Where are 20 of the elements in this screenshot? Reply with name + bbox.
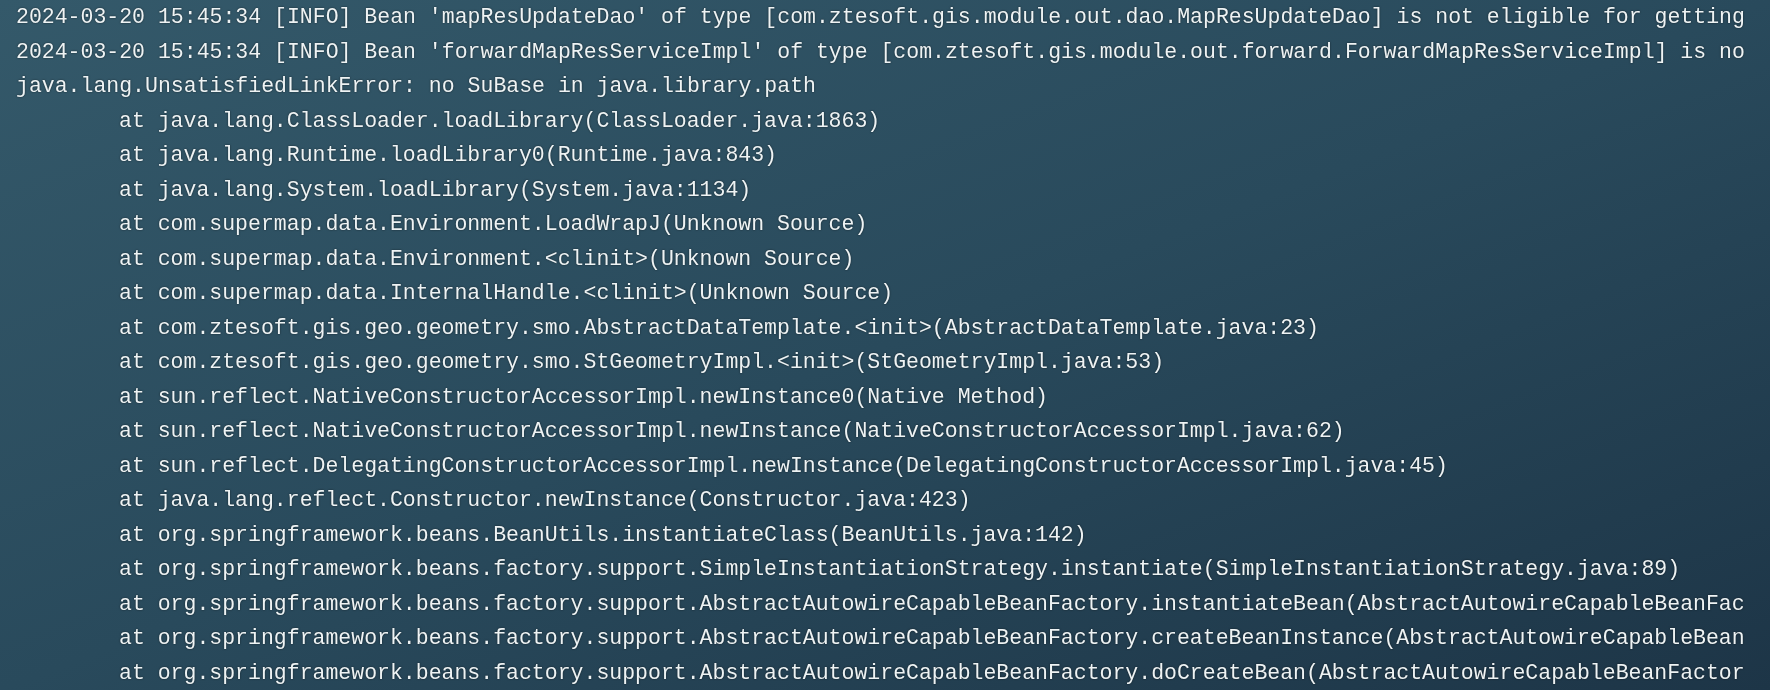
stack-trace-line: at org.springframework.beans.factory.support.AbstractAutowireCapableBeanFactory.createBeanInstance(AbstractAutowireCapableBean (119, 625, 1745, 652)
stack-trace-line: at org.springframework.beans.factory.support.AbstractAutowireCapableBeanFactory.doCreateBean(AbstractAutowireCapableBeanFactor (119, 659, 1745, 686)
stack-trace-line: at com.supermap.data.Environment.LoadWrapJ(Unknown Source) (119, 211, 868, 238)
stack-trace-line: at sun.reflect.DelegatingConstructorAccessorImpl.newInstance(DelegatingConstructorAccessorImpl.java:45) (119, 452, 1448, 479)
stack-trace-line: at java.lang.reflect.Constructor.newInstance(Constructor.java:423) (119, 487, 971, 514)
stack-trace-line: at sun.reflect.NativeConstructorAccessorImpl.newInstance(NativeConstructorAccessorImpl.java:62) (119, 418, 1345, 445)
stack-trace-line: at com.supermap.data.InternalHandle.<clinit>(Unknown Source) (119, 280, 894, 307)
stack-trace-line: at java.lang.System.loadLibrary(System.java:1134) (119, 176, 752, 203)
stack-trace-line: at com.ztesoft.gis.geo.geometry.smo.AbstractDataTemplate.<init>(AbstractDataTemplate.java:23) (119, 314, 1319, 341)
stack-trace-line: at java.lang.ClassLoader.loadLibrary(ClassLoader.java:1863) (119, 107, 881, 134)
log-line: java.lang.UnsatisfiedLinkError: no SuBase in java.library.path (16, 73, 816, 100)
log-line: 2024-03-20 15:45:34 [INFO] Bean 'mapResUpdateDao' of type [com.ztesoft.gis.module.out.dao.MapResUpdateDao] is not eligible for getting (16, 4, 1745, 31)
stack-trace-line: at org.springframework.beans.BeanUtils.instantiateClass(BeanUtils.java:142) (119, 521, 1087, 548)
stack-trace-line: at sun.reflect.NativeConstructorAccessorImpl.newInstance0(Native Method) (119, 383, 1048, 410)
stack-trace-line: at org.springframework.beans.factory.support.SimpleInstantiationStrategy.instantiate(SimpleInstantiationStrategy.java:89) (119, 556, 1681, 583)
stack-trace-line: at org.springframework.beans.factory.support.AbstractAutowireCapableBeanFactory.instantiateBean(AbstractAutowireCapableBeanFac (119, 590, 1745, 617)
stack-trace-line: at java.lang.Runtime.loadLibrary0(Runtime.java:843) (119, 142, 777, 169)
stack-trace-line: at com.supermap.data.Environment.<clinit>(Unknown Source) (119, 245, 855, 272)
stack-trace-line: at com.ztesoft.gis.geo.geometry.smo.StGeometryImpl.<init>(StGeometryImpl.java:53) (119, 349, 1165, 376)
log-line: 2024-03-20 15:45:34 [INFO] Bean 'forwardMapResServiceImpl' of type [com.ztesoft.gis.module.out.forward.ForwardMapResServiceImpl] is no (16, 38, 1745, 65)
